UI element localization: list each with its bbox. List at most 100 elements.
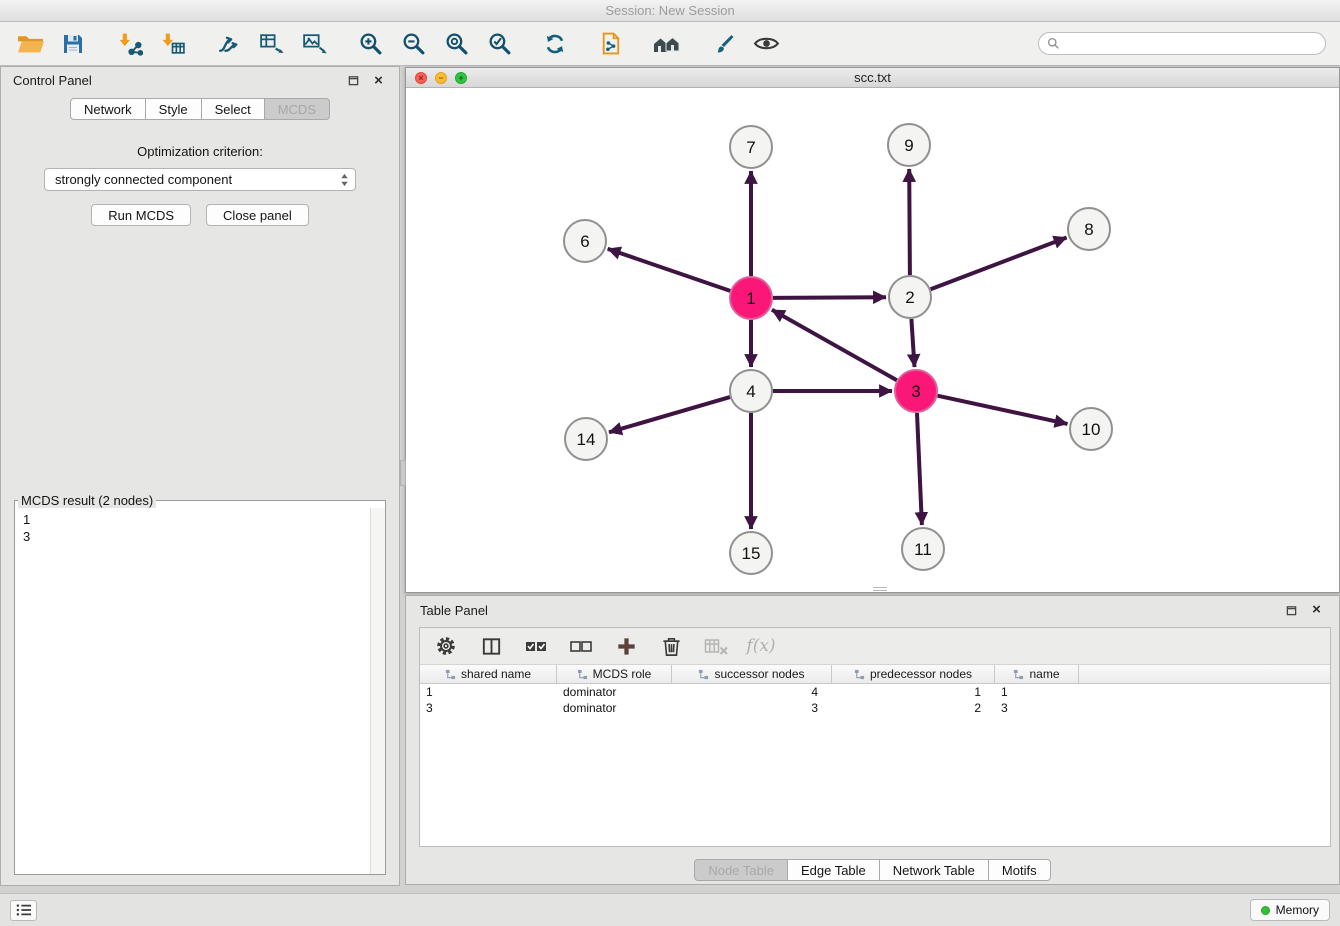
table-row[interactable]: 3dominator323 (420, 700, 1330, 716)
status-bar: Memory (0, 893, 1340, 926)
tab-edge-table[interactable]: Edge Table (788, 859, 880, 881)
graph-node-1[interactable]: 1 (730, 277, 772, 319)
tab-motifs[interactable]: Motifs (989, 859, 1051, 881)
table-cell[interactable]: 3 (995, 701, 1079, 715)
style-paint-button[interactable] (707, 28, 739, 60)
eye-icon (753, 31, 780, 56)
open-file-button[interactable] (14, 28, 46, 60)
column-header-shared-name[interactable]: shared name (420, 665, 557, 683)
search-icon (1047, 37, 1060, 50)
eye-button[interactable] (750, 28, 782, 60)
run-mcds-button[interactable]: Run MCDS (91, 204, 191, 226)
tab-select[interactable]: Select (202, 98, 265, 120)
search-box[interactable] (1038, 32, 1326, 55)
tab-style[interactable]: Style (146, 98, 202, 120)
zoom-fit-button[interactable] (440, 28, 472, 60)
import-table-button[interactable] (156, 28, 188, 60)
graph-node-2[interactable]: 2 (889, 276, 931, 318)
table-cell[interactable]: 3 (672, 701, 832, 715)
graph-node-3[interactable]: 3 (895, 370, 937, 412)
tab-mcds[interactable]: MCDS (265, 98, 330, 120)
graph-edge-2-8[interactable] (931, 238, 1067, 290)
zoom-in-button[interactable] (354, 28, 386, 60)
graph-edge-1-2[interactable] (773, 297, 886, 298)
table-panel: Table Panel × f(x) shared nameMCDS roles… (405, 595, 1340, 885)
float-panel-icon[interactable] (345, 73, 362, 89)
graph-edge-4-14[interactable] (609, 397, 730, 432)
graph-edge-3-11[interactable] (917, 413, 922, 525)
table-row[interactable]: 1dominator411 (420, 684, 1330, 700)
gear-button[interactable] (432, 632, 460, 660)
column-header-successor-nodes[interactable]: successor nodes (672, 665, 832, 683)
column-header-name[interactable]: name (995, 665, 1079, 683)
graph-node-10[interactable]: 10 (1070, 408, 1112, 450)
graph-node-14[interactable]: 14 (565, 418, 607, 460)
gear-icon (434, 634, 458, 658)
task-history-button[interactable] (10, 900, 37, 921)
new-network-button[interactable] (212, 28, 244, 60)
save-session-button[interactable] (57, 28, 89, 60)
column-header-label: predecessor nodes (870, 667, 972, 681)
column-header-predecessor-nodes[interactable]: predecessor nodes (832, 665, 995, 683)
table-cell[interactable]: 1 (832, 685, 995, 699)
export-image-button[interactable] (298, 28, 330, 60)
toggle-panel-button[interactable] (477, 632, 505, 660)
table-cell[interactable]: 3 (420, 701, 557, 715)
table-panel-title: Table Panel (420, 603, 488, 618)
control-panel-header: Control Panel × (1, 67, 399, 94)
table-panel-header: Table Panel × (406, 596, 1339, 624)
graph-edge-2-9[interactable] (909, 169, 910, 275)
window-close-icon[interactable]: × (415, 72, 427, 84)
select-all-button[interactable] (522, 632, 550, 660)
add-column-button[interactable] (612, 632, 640, 660)
delete-column-button[interactable] (657, 632, 685, 660)
table-cell[interactable]: dominator (557, 685, 672, 699)
zoom-selected-icon (487, 31, 512, 56)
close-panel-icon[interactable]: × (370, 73, 387, 89)
table-cell[interactable]: dominator (557, 701, 672, 715)
zoom-selected-button[interactable] (483, 28, 515, 60)
tab-network[interactable]: Network (70, 98, 146, 120)
graph-edge-1-6[interactable] (608, 249, 731, 291)
table-cell[interactable]: 2 (832, 701, 995, 715)
graph-node-6[interactable]: 6 (564, 220, 606, 262)
import-network-button[interactable] (113, 28, 145, 60)
refresh-view-button[interactable] (539, 28, 571, 60)
tab-node-table[interactable]: Node Table (694, 859, 788, 881)
duplicate-network-button[interactable] (595, 28, 627, 60)
graph-node-9[interactable]: 9 (888, 124, 930, 166)
deselect-all-button[interactable] (567, 632, 595, 660)
deselect-all-icon (568, 634, 594, 658)
export-network-button[interactable] (255, 28, 287, 60)
graph-node-8[interactable]: 8 (1068, 208, 1110, 250)
close-table-panel-icon[interactable]: × (1308, 602, 1325, 618)
close-panel-button[interactable]: Close panel (206, 204, 309, 226)
memory-button[interactable]: Memory (1250, 899, 1330, 921)
column-header-mcds-role[interactable]: MCDS role (557, 665, 672, 683)
table-cell[interactable]: 4 (672, 685, 832, 699)
graph-node-7[interactable]: 7 (730, 126, 772, 168)
graph-node-11[interactable]: 11 (902, 528, 944, 570)
task-list-icon (15, 903, 33, 917)
result-scrollbar[interactable] (370, 508, 385, 874)
tab-network-table[interactable]: Network Table (880, 859, 989, 881)
window-zoom-icon[interactable]: + (455, 72, 467, 84)
float-table-panel-icon[interactable] (1283, 602, 1300, 618)
graph-edge-2-3[interactable] (911, 319, 914, 367)
optimization-dropdown[interactable]: strongly connected component (44, 168, 356, 191)
window-resize-grip[interactable] (873, 587, 887, 591)
first-neighbors-button[interactable] (651, 28, 683, 60)
graph-node-4[interactable]: 4 (730, 370, 772, 412)
panel-splitter-handle[interactable] (400, 460, 406, 486)
window-minimize-icon[interactable]: − (435, 72, 447, 84)
graph-node-15[interactable]: 15 (730, 532, 772, 574)
zoom-out-button[interactable] (397, 28, 429, 60)
select-all-icon (523, 634, 549, 658)
graph-edge-3-10[interactable] (938, 396, 1068, 424)
table-cell[interactable]: 1 (995, 685, 1079, 699)
network-canvas[interactable]: 7 9 6 8 1 2 4 3 14 10 15 11 (406, 88, 1339, 592)
graph-edge-3-1[interactable] (772, 310, 897, 380)
search-input[interactable] (1065, 37, 1317, 51)
network-window-titlebar: × − + scc.txt (406, 68, 1339, 88)
table-cell[interactable]: 1 (420, 685, 557, 699)
